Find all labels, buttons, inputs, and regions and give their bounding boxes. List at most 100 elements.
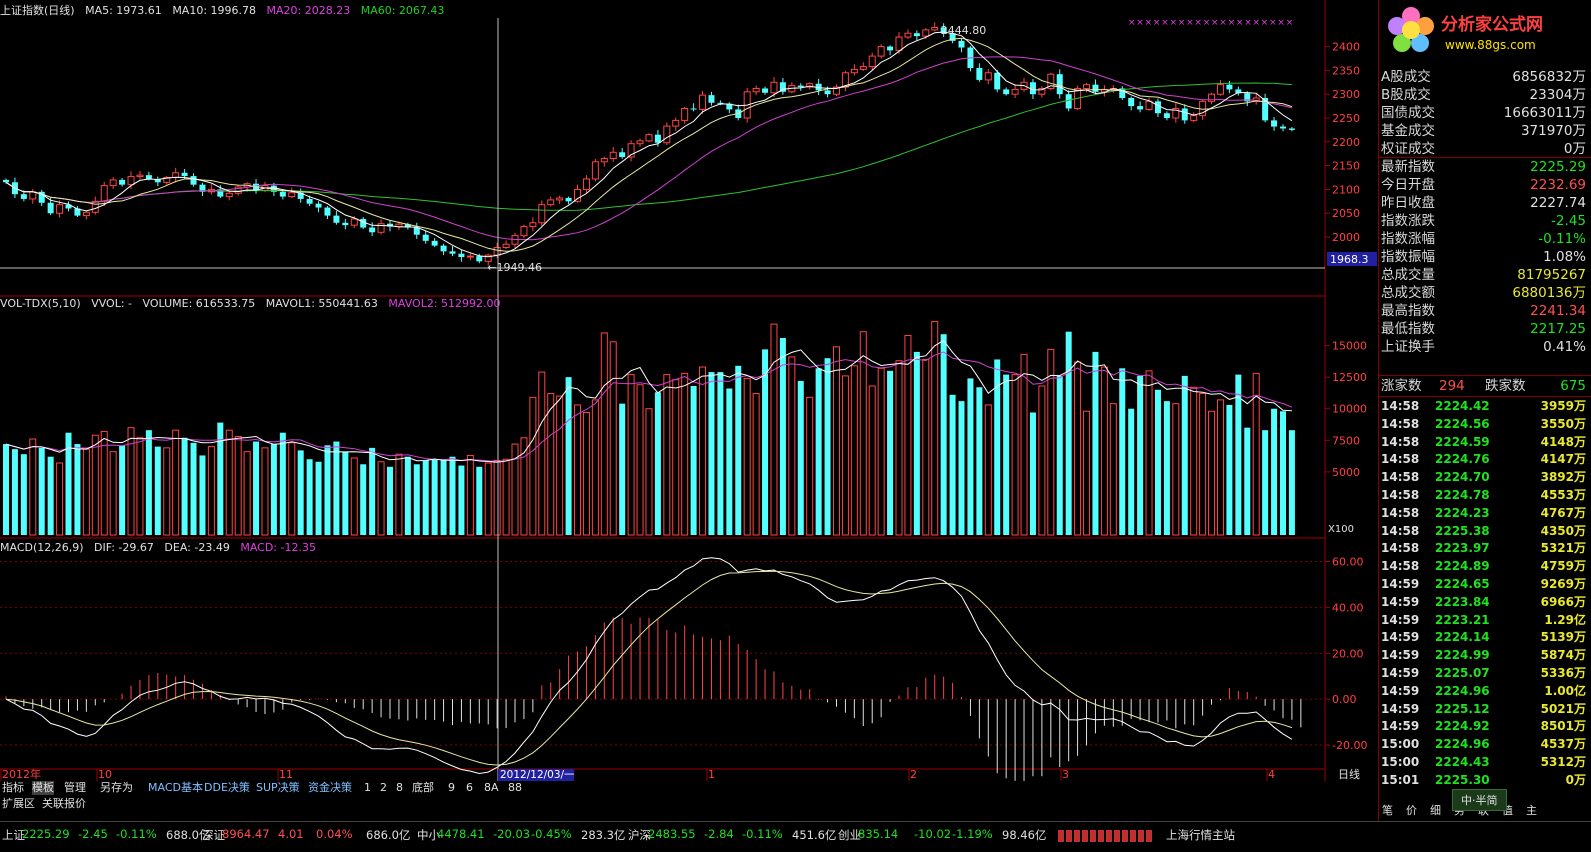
- tick-row[interactable]: 14:59 2224.96 1.00亿: [1381, 682, 1589, 700]
- volume-bar-up: [1145, 370, 1153, 536]
- tab-15[interactable]: 88: [508, 781, 522, 795]
- tick-row[interactable]: 14:58 2224.70 3892万: [1381, 468, 1589, 486]
- candle-up: [850, 68, 858, 74]
- volume-bar-up: [877, 367, 885, 536]
- kline-chart-area[interactable]: 2000 2050 2100 2150 2200 2250 2300 2350 2400 5000…: [0, 0, 1378, 781]
- candle-up: [770, 81, 778, 94]
- tab-4[interactable]: MACD基本: [148, 781, 203, 795]
- candle-up: [895, 36, 903, 51]
- volume-bar-down: [887, 370, 894, 535]
- tab-10[interactable]: 8: [396, 781, 403, 795]
- status-index-price: 4478.41: [437, 827, 485, 841]
- volume-bar-up: [582, 412, 590, 536]
- down-count: 675: [1560, 378, 1586, 394]
- tab-5[interactable]: DDE决策: [204, 781, 250, 795]
- kline-tick-label: 2350: [1332, 64, 1360, 77]
- tick-row[interactable]: 14:58 2224.59 4148万: [1381, 433, 1589, 451]
- tick-row[interactable]: 14:58 2224.78 4553万: [1381, 486, 1589, 504]
- quote-label: 总成交量: [1381, 267, 1435, 283]
- volume-bar-down: [253, 441, 260, 535]
- tick-row[interactable]: 14:58 2224.56 3550万: [1381, 415, 1589, 433]
- volume-bar-down: [297, 450, 304, 535]
- tick-row[interactable]: 14:59 2223.21 1.29亿: [1381, 611, 1589, 629]
- tab-0[interactable]: 指标: [2, 781, 24, 795]
- tab-1[interactable]: 模板: [32, 781, 54, 795]
- candle-down: [1271, 120, 1278, 127]
- volume-bar-up: [1216, 399, 1224, 536]
- candle-down: [279, 191, 286, 197]
- tab-8[interactable]: 1: [364, 781, 371, 795]
- volume-bar-down: [779, 337, 786, 535]
- signal-marker: ×: [1236, 18, 1244, 28]
- candle-up: [663, 125, 671, 144]
- tab-7[interactable]: 资金决策: [308, 781, 352, 795]
- tab-14[interactable]: 8A: [484, 781, 499, 795]
- tick-row[interactable]: 14:58 2223.97 5321万: [1381, 539, 1589, 557]
- ext-tab-0[interactable]: 扩展区: [2, 797, 35, 811]
- panel-tab-6[interactable]: 主: [1526, 802, 1537, 818]
- tick-row[interactable]: 15:00 2224.96 4537万: [1381, 735, 1589, 753]
- candle-down: [431, 240, 438, 246]
- quote-value: 6880136万: [1512, 285, 1586, 301]
- volume-bar-up: [538, 371, 546, 536]
- candle-up: [1145, 100, 1153, 110]
- candle-up: [672, 119, 680, 127]
- tick-row[interactable]: 14:59 2224.99 5874万: [1381, 646, 1589, 664]
- tab-3[interactable]: 另存为: [100, 781, 133, 795]
- tick-row[interactable]: 14:58 2224.42 3959万: [1381, 397, 1589, 415]
- status-index-price: 2225.29: [22, 827, 70, 841]
- panel-tab-2[interactable]: 细: [1430, 802, 1441, 818]
- tick-price: 2224.76: [1435, 452, 1490, 467]
- candle-down: [1029, 82, 1036, 95]
- volume-bar-down: [940, 334, 947, 535]
- tick-time: 15:00: [1381, 755, 1420, 769]
- tick-price: 2224.70: [1435, 470, 1490, 485]
- tick-row[interactable]: 14:59 2225.07 5336万: [1381, 664, 1589, 682]
- tick-row[interactable]: 14:59 2225.12 5021万: [1381, 700, 1589, 718]
- tick-row[interactable]: 15:01 2225.30 0万: [1381, 771, 1589, 789]
- ext-tab-1[interactable]: 关联报价: [42, 797, 86, 811]
- tick-row[interactable]: 14:58 2224.76 4147万: [1381, 450, 1589, 468]
- x-axis-label: 2012年: [2, 767, 41, 781]
- tab-11[interactable]: 底部: [412, 781, 434, 795]
- tab-9[interactable]: 2: [380, 781, 387, 795]
- tick-row[interactable]: 14:58 2224.23 4767万: [1381, 504, 1589, 522]
- volume-bar-up: [288, 442, 296, 536]
- volume-bar-up: [681, 372, 689, 536]
- panel-tab-1[interactable]: 价: [1406, 802, 1417, 818]
- tab-6[interactable]: SUP决策: [256, 781, 300, 795]
- quote-label: 指数振幅: [1381, 249, 1435, 265]
- panel-tab-0[interactable]: 笔: [1382, 802, 1393, 818]
- quote-value: 371970万: [1520, 123, 1586, 139]
- kline-tick-label: 2400: [1332, 41, 1360, 54]
- tab-12[interactable]: 9: [448, 781, 455, 795]
- cursor-date-label: 2012/12/03/一: [500, 769, 575, 781]
- tick-row[interactable]: 14:58 2225.38 4350万: [1381, 522, 1589, 540]
- volume-bar-down: [1137, 375, 1144, 535]
- tick-volume: 5321万: [1540, 541, 1586, 556]
- volume-bar-down: [154, 446, 161, 535]
- tick-row[interactable]: 14:58 2224.89 4759万: [1381, 557, 1589, 575]
- tick-row[interactable]: 14:59 2223.84 6966万: [1381, 593, 1589, 611]
- volume-label: VOLUME: 616533.75: [142, 297, 256, 310]
- tick-row[interactable]: 14:59 2224.92 8501万: [1381, 717, 1589, 735]
- volume-bar-down: [476, 466, 483, 535]
- tick-row[interactable]: 15:00 2224.43 5312万: [1381, 753, 1589, 771]
- volume-bar-down: [913, 351, 920, 535]
- macd-value-label: MACD: -12.35: [240, 541, 316, 554]
- tick-row[interactable]: 14:59 2224.65 9269万: [1381, 575, 1589, 593]
- volume-bar-down: [449, 456, 456, 535]
- tab-2[interactable]: 管理: [64, 781, 86, 795]
- quote-label: 上证换手: [1381, 339, 1435, 355]
- volume-bar-up: [788, 356, 796, 536]
- quote-label: 指数涨幅: [1381, 231, 1435, 247]
- volume-bar-down: [324, 445, 331, 535]
- tab-13[interactable]: 6: [466, 781, 473, 795]
- quote-label: 指数涨跌: [1381, 213, 1435, 229]
- candle-down: [1154, 101, 1161, 114]
- volume-bar-up: [841, 375, 849, 536]
- volume-bar-up: [636, 384, 644, 536]
- tick-row[interactable]: 14:59 2224.14 5139万: [1381, 628, 1589, 646]
- volume-bar-up: [136, 437, 144, 536]
- ime-badge[interactable]: 中·半简: [1452, 789, 1507, 811]
